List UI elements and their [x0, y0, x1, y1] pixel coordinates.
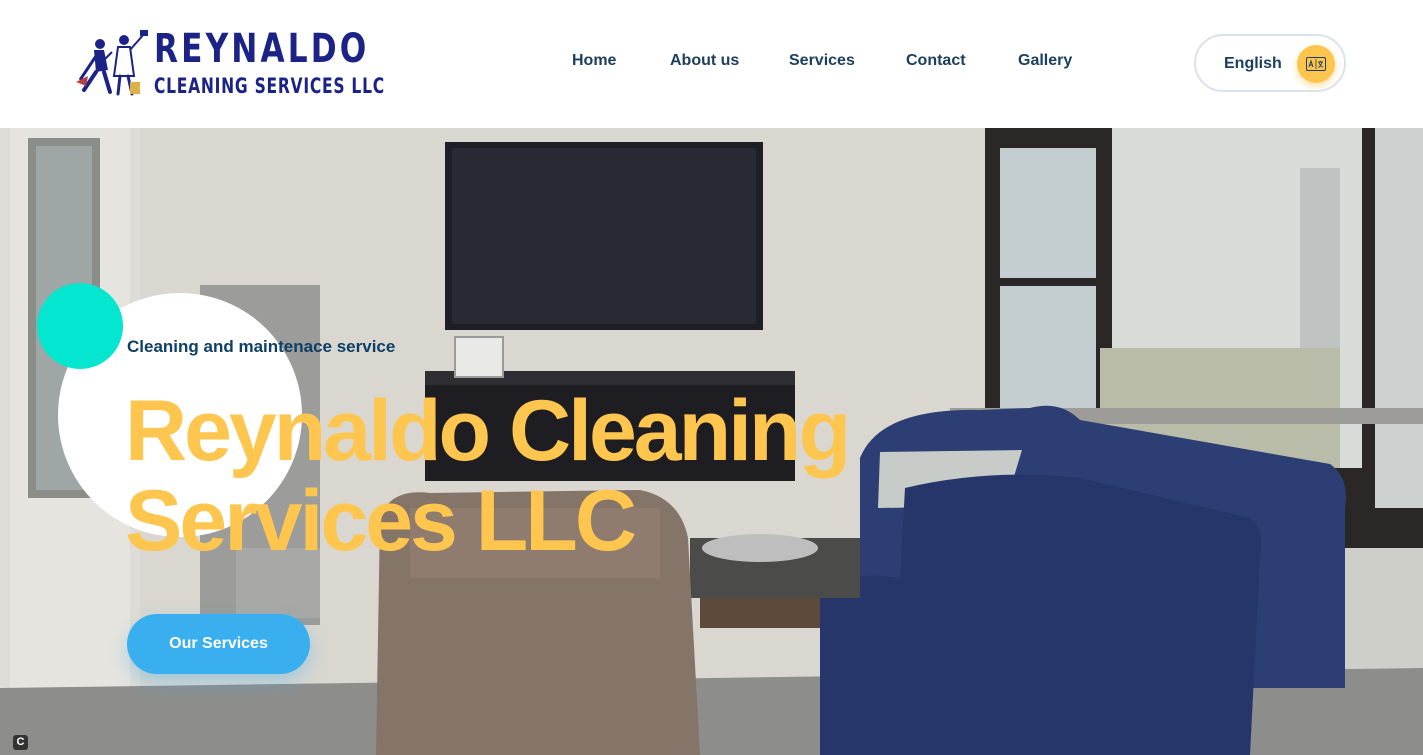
brand-subtitle: CLEANING SERVICES LLC	[154, 74, 385, 98]
decorative-circle-teal	[37, 283, 123, 369]
translate-icon	[1297, 45, 1335, 83]
nav-contact[interactable]: Contact	[906, 52, 966, 70]
hero-title: Reynaldo Cleaning Services LLC	[125, 383, 851, 569]
brand-name: REYNALDO	[154, 26, 370, 72]
corner-badge[interactable]: C	[13, 735, 28, 750]
brand-logo[interactable]: REYNALDO CLEANING SERVICES LLC	[74, 26, 394, 100]
hero-tagline: Cleaning and maintenace service	[127, 337, 396, 356]
nav-about-us[interactable]: About us	[670, 52, 739, 70]
language-switcher[interactable]: English	[1194, 34, 1346, 92]
site-header: REYNALDO CLEANING SERVICES LLC Home Abou…	[0, 0, 1423, 128]
nav-services[interactable]: Services	[789, 52, 855, 70]
nav-home[interactable]: Home	[572, 52, 616, 70]
language-label: English	[1224, 55, 1282, 72]
hero-section: Cleaning and maintenace service Reynaldo…	[0, 128, 1423, 755]
cleaning-crew-logo-icon	[76, 30, 148, 96]
nav-gallery[interactable]: Gallery	[1018, 52, 1072, 70]
our-services-button[interactable]: Our Services	[127, 614, 310, 674]
